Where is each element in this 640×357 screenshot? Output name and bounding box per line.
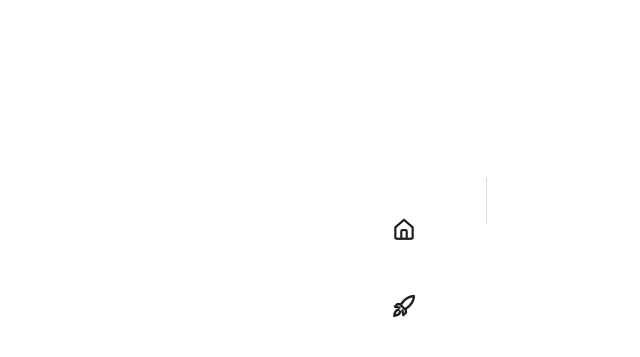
divider <box>486 178 487 224</box>
app-window <box>0 0 640 357</box>
rocket-icon <box>390 292 418 320</box>
house-icon <box>391 216 417 242</box>
navigation-rail <box>376 176 487 357</box>
nav-home-button[interactable] <box>390 215 418 243</box>
nav-launch-button[interactable] <box>390 292 418 320</box>
